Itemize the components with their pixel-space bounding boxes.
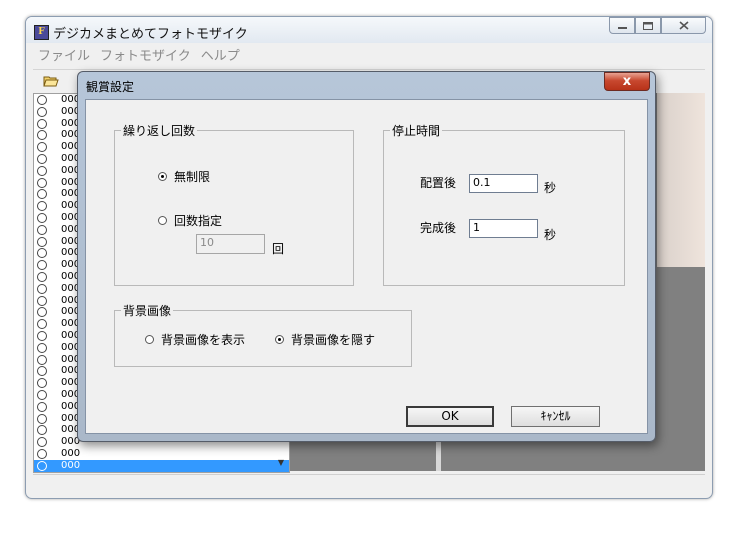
status-circle-icon	[37, 201, 47, 212]
status-circle-icon	[37, 248, 47, 259]
status-circle-icon	[37, 95, 47, 105]
status-circle-icon	[37, 260, 47, 271]
status-circle-icon	[37, 283, 47, 294]
list-item[interactable]: 000	[34, 459, 289, 472]
after-place-label: 配置後	[420, 176, 457, 190]
repeat-count-group-title: 繰り返し回数	[121, 122, 198, 139]
status-circle-icon	[37, 389, 47, 400]
status-circle-icon	[37, 106, 47, 117]
hide-background-radio-dot	[275, 335, 284, 344]
status-circle-icon	[37, 354, 47, 365]
minimize-icon	[617, 26, 627, 29]
repeat-count-unit: 回	[272, 242, 285, 256]
menu-photomosaic[interactable]: フォトモザイク	[95, 47, 196, 67]
menu-file[interactable]: ファイル	[33, 47, 95, 67]
stop-time-group: 停止時間 配置後 0.1 秒 完成後 1 秒	[383, 122, 625, 286]
status-circle-icon	[37, 448, 47, 459]
viewing-settings-dialog: 観賞設定 x 繰り返し回数 無制限 回数指定 10 回 停止時間 配置後 0.1…	[77, 71, 656, 442]
status-circle-icon	[37, 378, 47, 389]
statusbar	[33, 474, 705, 491]
dialog-title: 観賞設定	[86, 80, 135, 94]
list-item-number: 000	[61, 459, 81, 471]
count-specified-radio-label: 回数指定	[174, 214, 223, 228]
dialog-client: 繰り返し回数 無制限 回数指定 10 回 停止時間 配置後 0.1 秒 完成後 …	[85, 99, 648, 434]
list-item[interactable]: 000	[34, 448, 289, 460]
hide-background-radio-label: 背景画像を隠す	[291, 333, 376, 347]
chevron-down-icon[interactable]: ▼	[273, 456, 289, 470]
status-circle-icon	[37, 165, 47, 176]
status-circle-icon	[37, 366, 47, 377]
list-item-number: 000	[61, 447, 81, 459]
close-button[interactable]	[661, 17, 706, 34]
status-circle-icon	[37, 236, 47, 247]
window-title: デジカメまとめてフォトモザイク	[53, 27, 248, 42]
after-complete-unit: 秒	[544, 228, 557, 242]
repeat-count-group: 繰り返し回数 無制限 回数指定 10 回	[114, 122, 354, 286]
show-background-radio[interactable]: 背景画像を表示	[145, 331, 245, 348]
status-circle-icon	[37, 425, 47, 436]
after-place-unit: 秒	[544, 181, 557, 195]
close-icon	[678, 21, 689, 30]
status-circle-icon	[37, 437, 47, 448]
background-image-group-title: 背景画像	[121, 302, 174, 319]
maximize-icon	[643, 21, 653, 30]
status-circle-icon	[37, 413, 47, 424]
repeat-count-input[interactable]: 10	[196, 234, 265, 254]
list-item-number: 000	[61, 472, 80, 473]
count-specified-radio[interactable]: 回数指定	[158, 212, 222, 229]
minimize-button[interactable]	[609, 17, 635, 34]
status-circle-icon	[37, 153, 47, 164]
after-place-input[interactable]: 0.1	[469, 174, 538, 193]
main-titlebar[interactable]: F デジカメまとめてフォトモザイク	[26, 17, 712, 43]
maximize-button[interactable]	[635, 17, 661, 34]
status-circle-icon	[37, 401, 47, 412]
dialog-close-button[interactable]: x	[604, 72, 650, 91]
status-circle-icon	[37, 118, 47, 129]
unlimited-radio-label: 無制限	[174, 170, 211, 184]
show-background-radio-dot	[145, 335, 154, 344]
background-image-group: 背景画像 背景画像を表示 背景画像を隠す	[114, 302, 412, 367]
open-folder-icon[interactable]	[43, 74, 59, 88]
menubar: ファイル フォトモザイク ヘルプ	[33, 47, 245, 67]
unlimited-radio[interactable]: 無制限	[158, 168, 210, 185]
menu-help[interactable]: ヘルプ	[196, 47, 245, 67]
status-circle-icon	[37, 342, 47, 353]
status-circle-icon	[37, 473, 47, 474]
status-circle-icon	[37, 189, 47, 200]
list-item[interactable]: 000	[34, 472, 289, 474]
status-circle-icon	[37, 460, 47, 471]
status-circle-icon	[37, 330, 47, 341]
status-circle-icon	[37, 271, 47, 282]
caption-buttons	[609, 17, 706, 35]
unlimited-radio-dot	[158, 172, 167, 181]
status-circle-icon	[37, 307, 47, 318]
status-circle-icon	[37, 130, 47, 141]
show-background-radio-label: 背景画像を表示	[161, 333, 246, 347]
status-circle-icon	[37, 142, 47, 153]
app-icon: F	[34, 25, 49, 40]
cancel-button[interactable]: ｷｬﾝｾﾙ	[511, 406, 600, 427]
status-circle-icon	[37, 212, 47, 223]
hide-background-radio[interactable]: 背景画像を隠す	[275, 331, 375, 348]
status-circle-icon	[37, 319, 47, 330]
after-complete-label: 完成後	[420, 221, 457, 235]
stop-time-group-title: 停止時間	[390, 122, 443, 139]
ok-button[interactable]: OK	[406, 406, 494, 427]
count-specified-radio-dot	[158, 216, 167, 225]
after-complete-input[interactable]: 1	[469, 219, 538, 238]
status-circle-icon	[37, 177, 47, 188]
status-circle-icon	[37, 224, 47, 235]
status-circle-icon	[37, 295, 47, 306]
preview-photo-right	[657, 93, 705, 267]
